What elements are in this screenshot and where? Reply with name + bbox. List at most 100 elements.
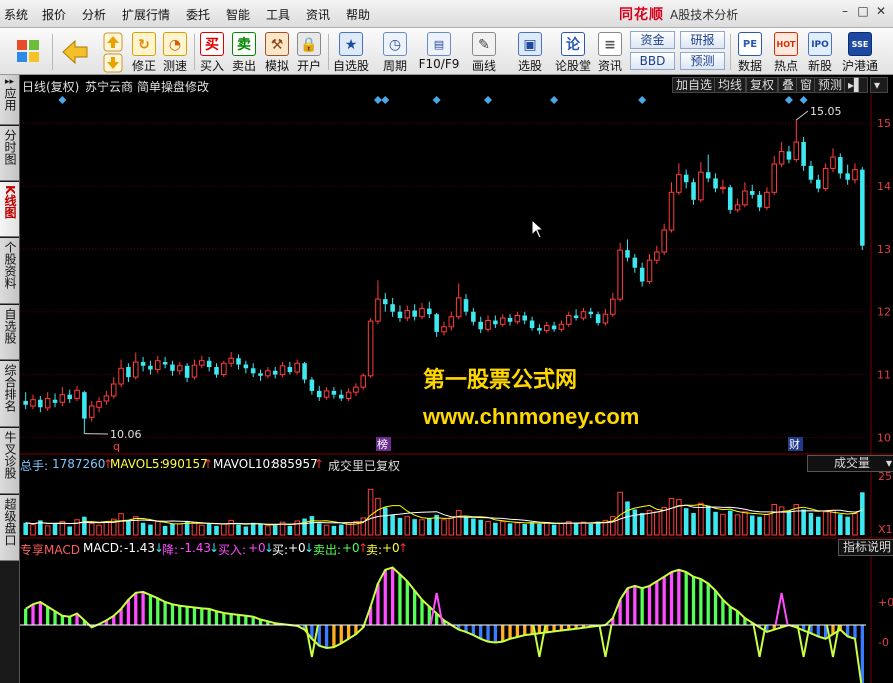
candle-body	[316, 390, 322, 398]
windows-logo-button[interactable]	[8, 30, 48, 73]
volume-bar	[543, 522, 550, 536]
tab-super-order-book[interactable]: 超级盘口	[0, 495, 19, 561]
forecast-toggle-button[interactable]: 预测	[814, 77, 847, 93]
app-title: A股技术分析	[670, 8, 739, 22]
buy-button[interactable]: 买 买入	[198, 30, 226, 73]
volume-bar	[478, 519, 483, 535]
volume-bar	[427, 518, 432, 535]
menu-help[interactable]: 帮助	[346, 6, 370, 23]
volume-indicator-select[interactable]: 成交量 ▾	[807, 455, 893, 472]
tab-diagnosis[interactable]: 牛叉诊股	[0, 428, 19, 494]
candle-body	[214, 367, 219, 375]
indicator-help-button[interactable]: 指标说明	[838, 539, 893, 556]
chevron-down-icon[interactable]: ▾	[870, 77, 888, 93]
candle-body	[713, 178, 718, 189]
price-tick-label: 13	[877, 243, 891, 256]
open-account-button[interactable]: 🔒 开户	[294, 30, 324, 73]
stock-screen-button[interactable]: ▣ 选股	[508, 30, 552, 73]
overlay-button[interactable]: 叠	[778, 77, 799, 93]
bbd-button[interactable]: BBD	[630, 52, 675, 70]
menu-smart[interactable]: 智能	[226, 6, 250, 23]
draw-line-button[interactable]: ✎ 画线	[465, 30, 503, 73]
volume-axis-bottom: X1	[878, 523, 893, 536]
volume-bar	[441, 519, 447, 536]
candle-body	[749, 191, 755, 195]
sell-button[interactable]: 卖 卖出	[230, 30, 258, 73]
volume-bar	[463, 516, 469, 535]
volume-bar	[822, 511, 829, 536]
window-button[interactable]: 窗	[796, 77, 817, 93]
maximize-icon[interactable]: □	[856, 4, 870, 18]
tab-intraday[interactable]: 分时图	[0, 126, 19, 181]
menu-extended-market[interactable]: 扩展行情	[122, 6, 170, 23]
mouse-cursor-icon	[531, 219, 545, 239]
candle-body	[727, 187, 733, 210]
fund-button[interactable]: 资金	[630, 31, 675, 49]
menu-news[interactable]: 资讯	[306, 6, 330, 23]
volume-bar	[154, 521, 161, 536]
tab-label: 分时图	[3, 129, 17, 165]
arrow-up-button[interactable]	[100, 30, 126, 73]
speed-test-button[interactable]: ◔ 测速	[160, 30, 190, 73]
candle-body	[676, 174, 682, 193]
watermark-title: 第一股票公式网	[423, 368, 578, 393]
volume-bar	[485, 521, 491, 536]
volume-bar	[338, 524, 344, 535]
ipo-button[interactable]: IPO 新股	[804, 30, 836, 73]
expand-panel-icon[interactable]: ▸▌	[844, 77, 868, 93]
menu-order[interactable]: 委托	[186, 6, 210, 23]
f10-button[interactable]: ▤ F10/F9	[417, 30, 461, 73]
candle-body	[383, 299, 388, 305]
candle-body	[353, 386, 359, 393]
period-button[interactable]: ◷ 周期	[375, 30, 415, 73]
correct-button[interactable]: ↻ 修正	[130, 30, 158, 73]
menu-quote[interactable]: 报价	[42, 6, 66, 23]
forecast-button[interactable]: 预测	[680, 52, 725, 70]
tab-apps[interactable]: ▸▸ 应用	[0, 75, 19, 125]
forum-button[interactable]: 论 论股堂	[554, 30, 592, 73]
candle-body	[786, 151, 792, 160]
ma-button[interactable]: 均线	[714, 77, 747, 93]
hk-connect-button[interactable]: SSE 沪港通	[838, 30, 882, 73]
candle-body	[705, 172, 711, 179]
volume-bar	[801, 509, 806, 535]
add-watchlist-button[interactable]: 加自选	[672, 77, 717, 93]
volume-bar	[236, 524, 241, 535]
candle-body	[30, 399, 36, 407]
close-icon[interactable]: ✕	[874, 4, 888, 18]
research-button[interactable]: 研报	[680, 31, 725, 49]
tab-stock-profile[interactable]: 个股资料	[0, 238, 19, 304]
back-button[interactable]	[58, 30, 92, 73]
mavol10-value: 885957	[272, 457, 318, 471]
volume-bar	[860, 492, 865, 535]
menu-analysis[interactable]: 分析	[82, 6, 106, 23]
news-button[interactable]: ≡ 资讯	[594, 30, 626, 73]
candle-body	[499, 317, 506, 325]
volume-bar	[243, 526, 249, 535]
expand-icon: ▸▸	[4, 77, 15, 87]
volume-bar	[140, 522, 146, 535]
tab-ranking[interactable]: 综合排名	[0, 361, 19, 427]
volume-bar	[625, 501, 630, 535]
simulate-button[interactable]: ⚒ 模拟	[262, 30, 292, 73]
minimize-icon[interactable]: –	[838, 4, 852, 18]
adjust-button[interactable]: 复权	[746, 77, 779, 93]
menu-tools[interactable]: 工具	[266, 6, 290, 23]
watchlist-button[interactable]: ★ 自选股	[331, 30, 371, 73]
volume-bar	[734, 514, 741, 536]
period-label[interactable]: 日线(复权)	[22, 78, 79, 95]
volume-bar	[272, 525, 278, 535]
up-arrow-icon: ↑	[314, 457, 325, 471]
data-button[interactable]: PE 数据	[734, 30, 766, 73]
candle-body	[455, 297, 462, 318]
hotspot-button[interactable]: HOT 热点	[770, 30, 802, 73]
volume-bar	[580, 521, 587, 536]
chart-header: 日线(复权) 苏宁云商 简单操盘修改 加自选 均线 复权 叠 窗 预测 ▸▌ ▾	[20, 76, 893, 94]
ipo-icon: IPO	[808, 32, 832, 56]
hammer-icon: ⚒	[265, 32, 289, 56]
total-volume-value: 1787260	[52, 457, 106, 471]
candle-body	[610, 298, 616, 315]
tab-kline[interactable]: K线图	[0, 182, 19, 237]
menu-system[interactable]: 系统	[4, 6, 28, 23]
tab-watchlist[interactable]: 自选股	[0, 305, 19, 360]
